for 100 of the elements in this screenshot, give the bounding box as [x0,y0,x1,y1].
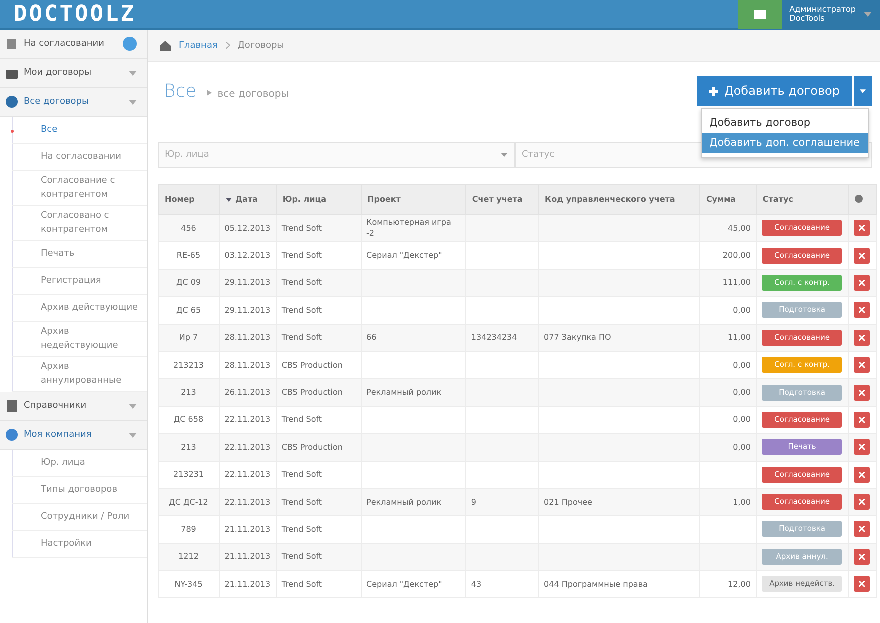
column-header[interactable]: Юр. лица [276,184,362,214]
close-icon [858,554,865,560]
sidebar-item[interactable]: Типы договоров [12,477,147,504]
book-icon [6,400,18,412]
table-cell: CBS Production [276,434,362,462]
column-header[interactable]: Сумма [700,184,756,214]
delete-button[interactable] [854,220,870,236]
plus-icon [709,86,718,96]
sidebar-item[interactable]: Юр. лица [12,450,147,477]
close-icon [858,334,865,341]
table-cell: 044 Программные права [538,570,700,598]
add-contract-button[interactable]: Добавить договор [697,76,852,106]
delete-button[interactable] [854,576,870,592]
page-title: Все [164,80,197,102]
table-cell: 66 [361,324,466,352]
chevron-right-icon [226,42,230,49]
table-cell: Сериал "Декстер" [361,242,466,270]
table-cell: 0,00 [700,296,756,324]
table-cell: 29.11.2013 [219,296,276,324]
table-cell: 21.11.2013 [219,516,276,544]
document-icon [6,38,18,50]
briefcase-icon [6,68,18,78]
table-cell: Trend Soft [276,324,362,352]
table-cell: 12,00 [700,570,756,598]
breadcrumb-current: Договоры [238,40,284,50]
delete-button[interactable] [854,412,870,428]
table-cell: Рекламный ролик [361,378,466,406]
chevron-icon [129,70,137,76]
column-header[interactable]: Счет учета [466,184,539,214]
table-cell: Ир 7 [158,324,220,352]
globe-icon [6,96,18,108]
sidebar-item[interactable]: Согласовано с контрагентом [12,206,147,241]
user-menu[interactable]: Администратор DocTools [782,0,880,29]
mail-button[interactable] [738,0,782,29]
sidebar-item[interactable]: Согласование с контрагентом [12,171,147,206]
delete-button[interactable] [854,439,870,456]
delete-button[interactable] [854,548,870,565]
table-cell: 077 Закупка ПО [538,324,700,352]
table-cell: 200,00 [700,242,756,270]
close-icon [858,499,865,506]
menu-item[interactable]: Добавить доп. соглашение [702,133,868,153]
page-subtitle: все договоры [218,88,290,100]
table-cell: Trend Soft [276,296,362,324]
settings-header[interactable] [848,184,876,214]
sidebar-item[interactable]: Все [12,117,147,144]
filter-select[interactable]: Юр. лица [158,142,515,168]
sidebar-item[interactable]: Архив действующие [12,295,147,322]
delete-button[interactable] [854,521,870,538]
sidebar-item[interactable]: Настройки [12,531,147,558]
breadcrumb-link[interactable]: Главная [179,40,218,50]
chevron-icon [129,100,137,104]
sidebar-item[interactable]: Печать [12,241,147,268]
table-cell: Trend Soft [276,242,362,270]
table-cell: 22.11.2013 [219,434,276,462]
column-header[interactable]: Статус [756,184,848,214]
close-icon [858,472,865,478]
table-cell: NY-345 [158,570,220,598]
settings-icon [854,194,863,202]
sidebar-group[interactable]: Мои договоры [0,59,147,88]
column-header[interactable]: Проект [361,184,466,214]
table-cell: Trend Soft [276,461,362,488]
delete-button[interactable] [854,357,870,374]
sidebar-item[interactable]: Регистрация [12,268,147,295]
close-icon [858,581,865,588]
delete-button[interactable] [854,302,870,318]
dropdown-toggle[interactable] [854,76,872,106]
column-header[interactable]: Код управленческого учета [538,184,700,214]
company-icon [6,429,18,441]
delete-button[interactable] [854,330,870,346]
sidebar-group[interactable]: Справочники [0,392,147,421]
menu-item[interactable]: Добавить договор [702,113,868,133]
table-cell: 21.11.2013 [219,570,276,598]
table-cell: 0,00 [700,434,756,462]
close-icon [858,416,865,423]
table-cell: 213 [158,434,220,462]
sidebar-group[interactable]: Все договоры [0,88,147,117]
table-cell: Сериал "Декстер" [361,570,466,598]
close-icon [858,526,865,532]
table-cell: 22.11.2013 [219,461,276,488]
table-cell: 213 [158,378,220,406]
delete-button[interactable] [854,384,870,401]
sidebar-group[interactable]: Моя компания [0,421,147,450]
table-cell: CBS Production [276,378,362,406]
delete-button[interactable] [854,466,870,483]
delete-button[interactable] [854,248,870,264]
column-header[interactable]: Дата [219,184,276,214]
delete-button[interactable] [854,494,870,510]
sidebar-item[interactable]: Архив недействующие [12,322,147,357]
home-icon [160,40,171,50]
sidebar-item[interactable]: Сотрудники / Роли [12,504,147,531]
table-cell: 26.11.2013 [219,378,276,406]
chevron-right-icon [206,90,212,96]
table-cell: RE-65 [158,242,220,270]
caret-icon [860,88,866,94]
close-icon [858,280,865,286]
sidebar-group[interactable]: На согласовании [0,30,147,59]
column-header[interactable]: Номер [158,184,220,214]
sidebar-item[interactable]: На согласовании [12,144,147,171]
close-icon [858,225,865,232]
delete-button[interactable] [854,274,870,291]
